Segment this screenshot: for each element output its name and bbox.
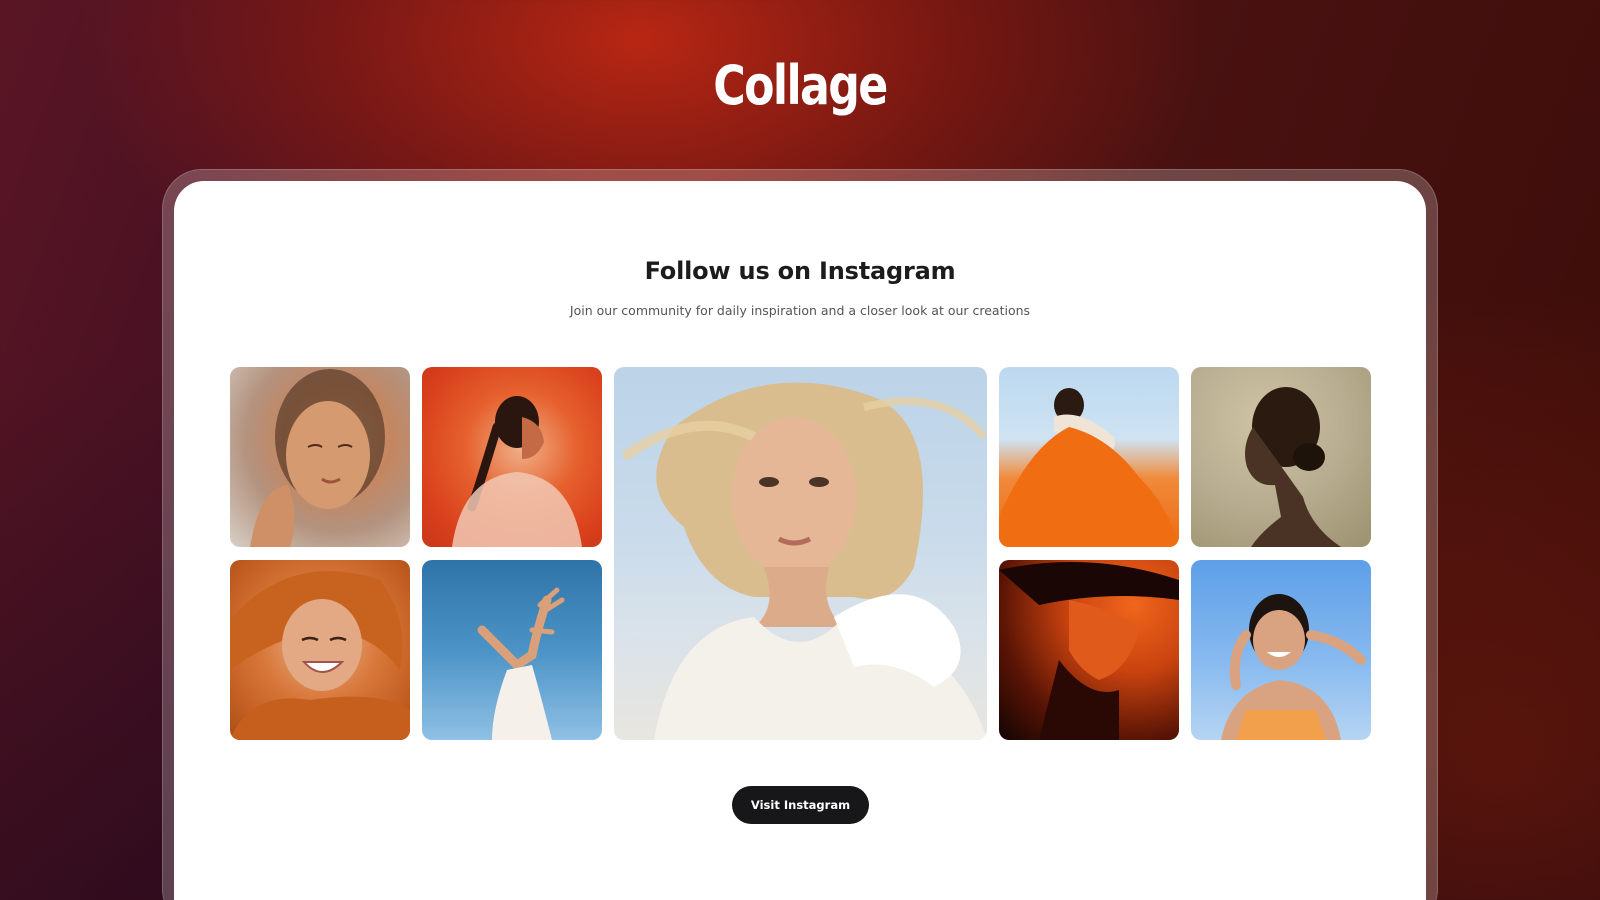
portrait-photo-featured [621, 382, 987, 740]
portrait-photo-6 [230, 571, 410, 740]
photo-tile-8[interactable] [999, 560, 1179, 740]
photo-tile-9[interactable] [1191, 560, 1371, 740]
visit-instagram-button[interactable]: Visit Instagram [732, 786, 869, 824]
portrait-photo-8 [999, 562, 1179, 740]
portrait-photo-4 [999, 388, 1179, 547]
photo-tile-1[interactable] [230, 367, 410, 547]
page-title: Collage [713, 54, 888, 117]
photo-tile-6[interactable] [230, 560, 410, 740]
hands-photo-7 [477, 587, 565, 740]
photo-tile-5[interactable] [1191, 367, 1371, 547]
section-title: Follow us on Instagram [644, 257, 956, 285]
section-subtitle: Join our community for daily inspiration… [569, 303, 1031, 318]
photo-tile-7[interactable] [422, 560, 602, 740]
portrait-photo-2 [452, 396, 582, 547]
photo-tile-2[interactable] [422, 367, 602, 547]
photo-tile-4[interactable] [999, 367, 1179, 547]
portrait-photo-5 [1245, 387, 1341, 547]
photo-tile-featured[interactable] [614, 367, 987, 740]
portrait-photo-9 [1221, 594, 1366, 740]
instagram-card: Follow us on Instagram Join our communit… [174, 181, 1426, 900]
portrait-photo-1 [250, 369, 385, 547]
